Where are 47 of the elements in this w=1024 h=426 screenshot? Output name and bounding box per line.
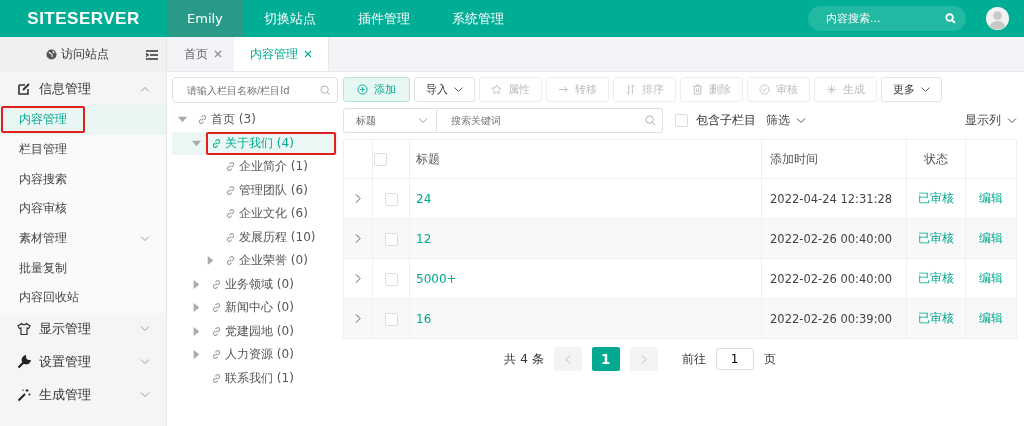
table-cell: 2022-04-24 12:31:28 — [761, 178, 907, 219]
toolbar-button[interactable]: 导入 — [414, 77, 475, 102]
toolbar-button[interactable]: 更多 — [881, 77, 942, 102]
tree-node[interactable]: 企业文化 (6) — [172, 202, 338, 226]
page-unit: 页 — [763, 350, 776, 368]
tree-node[interactable]: 联系我们 (1) — [172, 366, 338, 390]
column-header: 添加时间 — [761, 139, 907, 179]
table-cell: 2022-02-26 00:39:00 — [761, 298, 907, 339]
table-cell: 2022-02-26 00:40:00 — [761, 258, 907, 299]
visit-site-link[interactable]: 访问站点 — [46, 46, 109, 63]
nav-tab[interactable]: Emily — [167, 0, 243, 37]
tree-search-input[interactable]: 请输入栏目名称/栏目Id — [185, 83, 320, 97]
menu-item[interactable]: 内容审核 — [0, 194, 166, 224]
include-subcolumns-checkbox[interactable]: 包含子栏目 — [675, 112, 756, 129]
total-count: 共 4 条 — [504, 350, 544, 368]
search-input[interactable]: 内容搜索... — [824, 11, 945, 26]
tree-node[interactable]: 党建园地 (0) — [172, 319, 338, 343]
menu-item[interactable]: 批量复制 — [0, 253, 166, 284]
menu-group[interactable]: 信息管理 — [0, 72, 166, 105]
menu-item[interactable]: 素材管理 — [0, 223, 166, 254]
menu-item[interactable]: 内容搜索 — [0, 164, 166, 195]
tree-node[interactable]: 企业简介 (1) — [172, 155, 338, 179]
filter-dropdown[interactable]: 筛选 — [766, 112, 806, 129]
tree-node[interactable]: 管理团队 (6) — [172, 178, 338, 202]
table-cell: 2022-02-26 00:40:00 — [761, 218, 907, 259]
tree-node[interactable]: 人力资源 (0) — [172, 343, 338, 367]
tree-node[interactable]: 发展历程 (10) — [172, 225, 338, 249]
menu-item[interactable]: 栏目管理 — [0, 134, 166, 165]
menu-group[interactable]: 设置管理 — [0, 345, 166, 379]
tree-node[interactable]: 首页 (3) — [172, 108, 338, 132]
tree-node[interactable]: 企业荣誉 (0) — [172, 249, 338, 273]
keyword-search-field[interactable]: 搜索关键词 — [437, 108, 663, 133]
tree-node[interactable]: 新闻中心 (0) — [172, 296, 338, 320]
menu-item[interactable]: 内容回收站 — [0, 283, 166, 313]
page-tab[interactable]: 首页 — [167, 37, 234, 71]
columns-dropdown[interactable]: 显示列 — [965, 112, 1017, 129]
field-select[interactable]: 标题 — [343, 108, 437, 133]
tree-search-field[interactable]: 请输入栏目名称/栏目Id — [172, 77, 338, 103]
column-header: 状态 — [906, 139, 966, 179]
column-header: 标题 — [409, 139, 762, 179]
keyword-input[interactable]: 搜索关键词 — [449, 114, 645, 127]
menu-group[interactable]: 显示管理 — [0, 312, 166, 346]
page-input[interactable]: 1 — [715, 348, 754, 370]
search-field[interactable]: 内容搜索... — [808, 6, 966, 31]
goto-label: 前往 — [681, 350, 706, 368]
tree-node[interactable]: 业务领域 (0) — [172, 272, 338, 296]
menu-group[interactable]: 生成管理 — [0, 378, 166, 412]
